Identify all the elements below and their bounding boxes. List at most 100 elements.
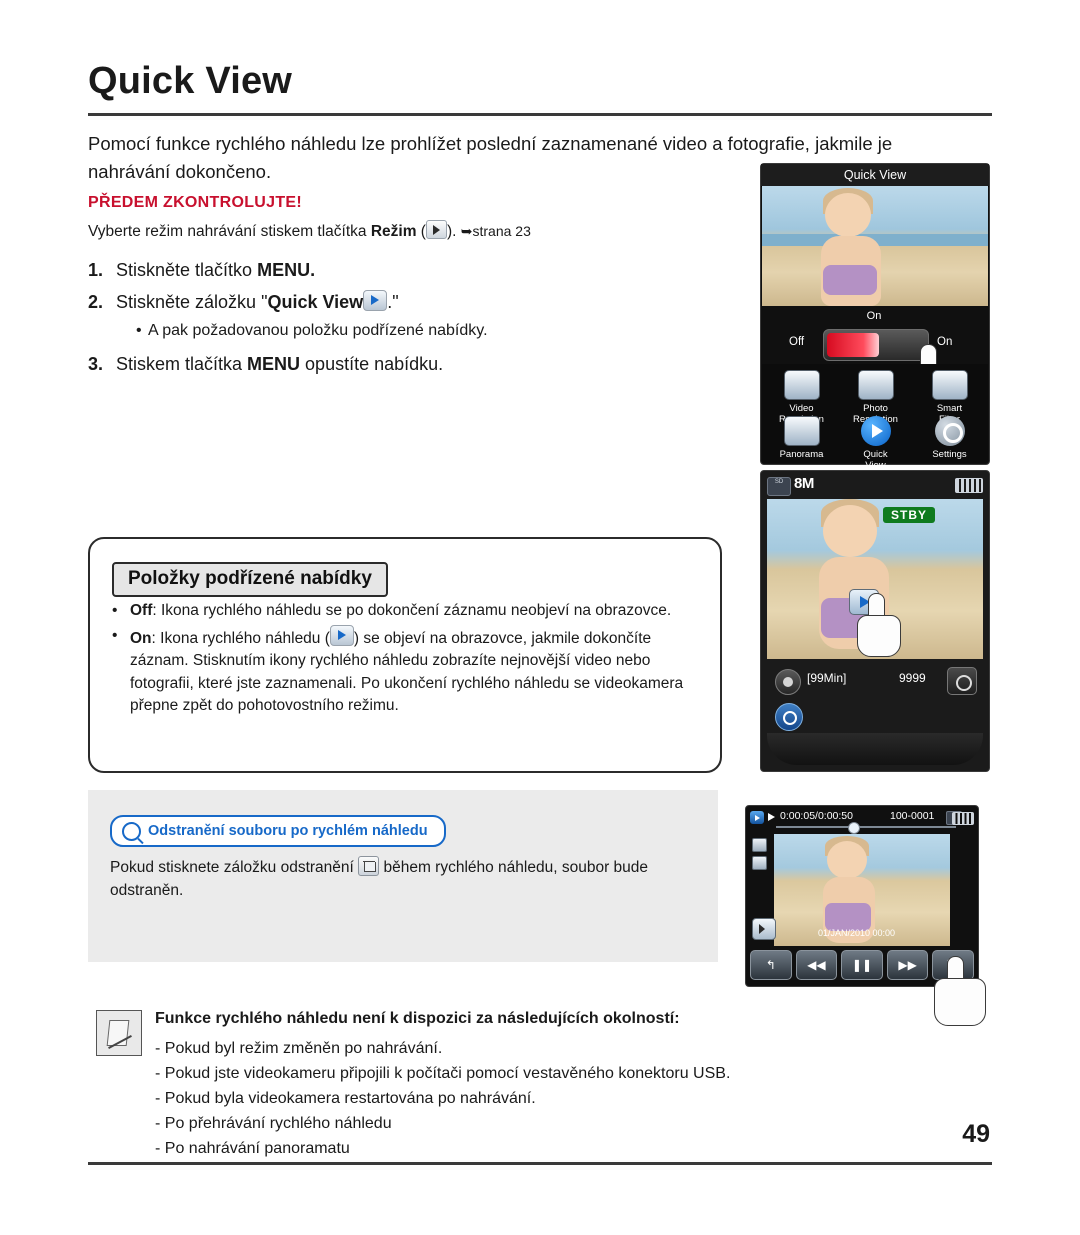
delete-button[interactable]: 🗑 [932, 950, 974, 980]
playback-mode-icon [750, 811, 764, 824]
page-reference-arrow: ➥ [460, 223, 473, 239]
screen-menu-preview-photo [762, 186, 988, 306]
step-1-bold: MENU. [257, 260, 316, 280]
pause-button[interactable]: ❚❚ [841, 950, 883, 980]
submenu-item-on-text-a: : Ikona rychlého náhledu ( [151, 629, 330, 647]
step-2-number: 2. [88, 292, 104, 312]
step-3-text: Stiskem tlačítka [116, 354, 248, 374]
menu-item-label-line1: Smart [936, 403, 963, 414]
step-3-bold: MENU [247, 354, 301, 374]
precheck-label: PŘEDEM ZKONTROLUJTE! [88, 194, 302, 211]
remaining-shots: 9999 [899, 671, 926, 685]
seek-knob[interactable] [848, 822, 860, 834]
page-number: 49 [962, 1120, 990, 1148]
zoom-button[interactable] [775, 703, 803, 731]
panorama-icon [783, 416, 820, 446]
submenu-item-off: • Off: Ikona rychlého náhledu se po dokon… [110, 600, 700, 623]
menu-item-quick-view[interactable]: Quick View [838, 416, 913, 471]
photo-subject-head [825, 193, 872, 238]
mode-play-icon [425, 220, 447, 239]
tip-text-before: Pokud stisknete záložku odstranění [110, 859, 359, 876]
rewind-icon: ◀◀ [807, 958, 826, 972]
forward-icon: ▶▶ [898, 958, 917, 972]
tip-text: Pokud stisknete záložku odstranění během… [110, 856, 690, 902]
note-line: - Pokud byla videokamera restartována po… [155, 1090, 536, 1107]
screen-menu-title: Quick View [761, 164, 989, 187]
recording-date: 01/JAN/2010 00:00 [818, 928, 896, 938]
sd-card-icon: SD [767, 477, 791, 496]
standby-preview-photo [767, 499, 983, 659]
manual-page: Quick View Pomocí funkce rychlého náhled… [0, 0, 1080, 1235]
photo-capture-button[interactable] [947, 667, 977, 695]
volume-icon[interactable] [752, 918, 776, 940]
bullet-dot: • [112, 602, 118, 619]
forward-button[interactable]: ▶▶ [886, 950, 929, 980]
delete-icon: 🗑 [945, 958, 961, 972]
submenu-title: Položky podřízené nabídky [112, 562, 388, 597]
screen-menu-grid: Video Resolution Photo Resolution Smart … [762, 364, 988, 471]
note-line: - Po přehrávání rychlého náhledu [155, 1115, 392, 1132]
precheck-bold: Režim [370, 223, 417, 240]
playback-status-bar: 0:00:05/0:00:50 100-0001 [750, 810, 974, 826]
camcorder-body [767, 733, 983, 765]
record-button[interactable] [775, 669, 801, 695]
gear-ring [942, 423, 963, 443]
lock-icon [752, 838, 767, 852]
submenu-body: • Off: Ikona rychlého náhledu se po dokon… [110, 600, 700, 720]
page-title: Quick View [88, 60, 293, 102]
settings-gear-icon [934, 416, 965, 446]
pause-icon: ❚❚ [851, 958, 873, 972]
menu-item-label-line1: Quick [863, 449, 888, 460]
submenu-item-on: • On: Ikona rychlého náhledu () se objeví… [110, 624, 700, 718]
step-1-text: Stiskněte tlačítko [116, 260, 258, 280]
rewind-button[interactable]: ◀◀ [795, 950, 838, 980]
step-1-number: 1. [88, 260, 104, 280]
note-line: - Po nahrávání panoramatu [155, 1140, 350, 1157]
step-3-number: 3. [88, 354, 104, 374]
bullet-dot: • [136, 322, 142, 339]
bullet-dot: • [112, 626, 118, 644]
step-2-bold: Quick View [267, 292, 364, 312]
precheck-paren-open: ( [416, 223, 426, 240]
note-block: Funkce rychlého náhledu není k dispozici… [155, 1007, 975, 1161]
playback-time: 0:00:05/0:00:50 [780, 810, 853, 822]
quick-view-icon [860, 416, 891, 446]
photo-subject-head [823, 505, 878, 558]
screen-quick-view-menu: Quick View On Off On Video Resolution [760, 163, 990, 471]
file-number: 100-0001 [890, 810, 935, 822]
battery-icon [955, 478, 983, 493]
precheck-text-before: Vyberte režim nahrávání stiskem tlačítka [88, 223, 371, 240]
tip-title-pill: Odstranění souboru po rychlém náhledu [110, 815, 446, 847]
menu-item-panorama[interactable]: Panorama [764, 416, 839, 460]
note-pencil-icon [96, 1010, 142, 1056]
smart-filter-icon [931, 370, 968, 400]
standby-status-bar: SD 8M [767, 475, 983, 496]
resolution-label: 8M [794, 475, 814, 492]
toggle-top-label: On [866, 310, 882, 322]
precheck-text: Vyberte režim nahrávání stiskem tlačítka… [88, 220, 728, 243]
back-button[interactable]: ↰ [750, 950, 792, 980]
status-badge: STBY [883, 507, 936, 523]
step-2: 2. Stiskněte záložku "Quick View ." [88, 287, 728, 317]
step-3-text-after: opustíte nabídku. [300, 354, 444, 374]
bottom-divider [88, 1162, 992, 1165]
toggle-on-label: On [937, 336, 953, 348]
note-heading: Funkce rychlého náhledu není k dispozici… [155, 1010, 680, 1027]
step-3: 3. Stiskem tlačítka MENU opustíte nabídku… [88, 349, 728, 379]
tip-title-label: Odstranění souboru po rychlém náhledu [148, 823, 428, 839]
page-reference: strana 23 [472, 223, 531, 239]
play-triangle [871, 424, 883, 438]
quick-view-button[interactable] [849, 589, 879, 615]
remaining-time: [99Min] [807, 671, 847, 685]
menu-item-label-line1: Video [789, 403, 814, 414]
menu-item-settings[interactable]: Settings [912, 416, 987, 460]
toggle-knob[interactable] [827, 333, 879, 357]
quick-view-toggle[interactable] [823, 329, 929, 361]
delete-icon [358, 856, 380, 876]
photo-subject-suit [823, 265, 878, 296]
quick-view-icon [329, 624, 354, 646]
step-2-text-after: ." [387, 292, 399, 312]
precheck-paren-close: ). [446, 223, 461, 240]
back-icon: ↰ [765, 958, 776, 972]
seek-bar[interactable] [776, 822, 956, 834]
